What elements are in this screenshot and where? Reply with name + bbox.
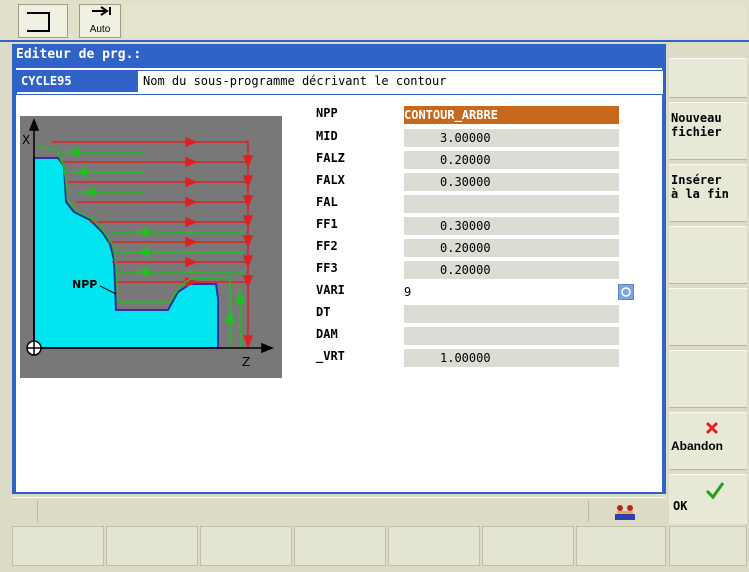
horizontal-softkey-bar (0, 524, 749, 572)
softkey-empty-3[interactable] (669, 288, 747, 346)
cancel-x-icon (705, 421, 719, 435)
param-label: FAL (316, 195, 338, 209)
ok-button[interactable]: OK (669, 474, 747, 528)
top-toolbar: Auto (0, 0, 749, 42)
param-field-ff2[interactable]: 0.20000 (404, 239, 619, 257)
auto-mode-button[interactable]: Auto (79, 4, 121, 38)
param-label: _VRT (316, 349, 345, 363)
insert-at-end-button[interactable]: Insérer à la fin (669, 164, 747, 222)
param-label: FF1 (316, 217, 338, 231)
bottom-softkey-5[interactable] (388, 526, 480, 566)
param-value: 0.20000 (440, 263, 491, 277)
param-field-ff1[interactable]: 0.30000 (404, 217, 619, 235)
softkey-empty-4[interactable] (669, 350, 747, 408)
npp-diagram-label: NPP (72, 278, 97, 291)
param-field-ff3[interactable]: 0.20000 (404, 261, 619, 279)
z-axis-label: Z (242, 355, 250, 369)
cycle-description: Nom du sous-programme décrivant le conto… (143, 74, 447, 88)
checkmark-icon (705, 482, 725, 500)
bottom-softkey-4[interactable] (294, 526, 386, 566)
new-file-label-2: fichier (671, 125, 722, 139)
bottom-softkey-3[interactable] (200, 526, 292, 566)
abandon-label: Abandon (671, 439, 723, 453)
program-editor-window: Editeur de prg.: CYCLE95 Nom du sous-pro… (12, 44, 666, 494)
bottom-softkey-7[interactable] (576, 526, 666, 566)
auto-mode-icon (92, 6, 111, 16)
param-value: CONTOUR_ARBRE (404, 108, 498, 122)
insert-label-1: Insérer (671, 173, 722, 187)
softkey-empty-2[interactable] (669, 226, 747, 284)
bottom-softkey-2[interactable] (106, 526, 198, 566)
param-label: DT (316, 305, 331, 319)
param-label: FF2 (316, 239, 338, 253)
return-icon (27, 12, 50, 32)
param-label: FALZ (316, 151, 345, 165)
status-cell-right (588, 500, 666, 522)
new-file-button[interactable]: Nouveau fichier (669, 102, 747, 160)
channel-status-icon (615, 505, 635, 520)
status-cell-left (12, 500, 38, 522)
param-value: 0.30000 (440, 219, 491, 233)
toggle-icon[interactable] (618, 284, 634, 300)
bottom-softkey-6[interactable] (482, 526, 574, 566)
toolbar-empty-area (124, 4, 746, 38)
param-field-falx[interactable]: 0.30000 (404, 173, 619, 191)
param-value: 0.20000 (440, 241, 491, 255)
insert-label-2: à la fin (671, 187, 729, 201)
status-bar (12, 497, 666, 523)
param-label: DAM (316, 327, 338, 341)
param-field-falz[interactable]: 0.20000 (404, 151, 619, 169)
bottom-softkey-8[interactable] (669, 526, 747, 566)
cycle-name: CYCLE95 (17, 71, 138, 92)
param-value: 3.00000 (440, 131, 491, 145)
param-label: FALX (316, 173, 345, 187)
param-label: FF3 (316, 261, 338, 275)
vertical-softkey-bar: Nouveau fichier Insérer à la fin Abandon… (667, 44, 749, 530)
param-label: NPP (316, 106, 338, 120)
abandon-button[interactable]: Abandon (669, 412, 747, 470)
softkey-empty-1[interactable] (669, 58, 747, 98)
param-field-vrt[interactable]: 1.00000 (404, 349, 619, 367)
param-label: VARI (316, 283, 345, 297)
ok-label: OK (673, 499, 688, 513)
param-value: 0.20000 (440, 153, 491, 167)
new-file-label-1: Nouveau (671, 111, 722, 125)
param-field-npp[interactable]: CONTOUR_ARBRE (404, 106, 619, 124)
bottom-softkey-1[interactable] (12, 526, 104, 566)
editor-title: Editeur de prg.: (16, 47, 142, 62)
param-field-dam[interactable] (404, 327, 619, 345)
cycle-header: CYCLE95 Nom du sous-programme décrivant … (16, 70, 664, 95)
param-field-vari[interactable]: 9 (404, 283, 634, 301)
editor-body: CYCLE95 Nom du sous-programme décrivant … (16, 68, 664, 492)
param-label: MID (316, 129, 338, 143)
param-field-fal[interactable] (404, 195, 619, 213)
param-field-mid[interactable]: 3.00000 (404, 129, 619, 147)
x-axis-label: X (22, 133, 30, 147)
param-value: 0.30000 (440, 175, 491, 189)
mode-label: Auto (89, 24, 111, 35)
return-button[interactable] (18, 4, 68, 38)
param-value: 9 (404, 285, 412, 299)
cycle-diagram: X Z NPP (20, 116, 282, 378)
param-value: 1.00000 (440, 351, 491, 365)
param-field-dt[interactable] (404, 305, 619, 323)
